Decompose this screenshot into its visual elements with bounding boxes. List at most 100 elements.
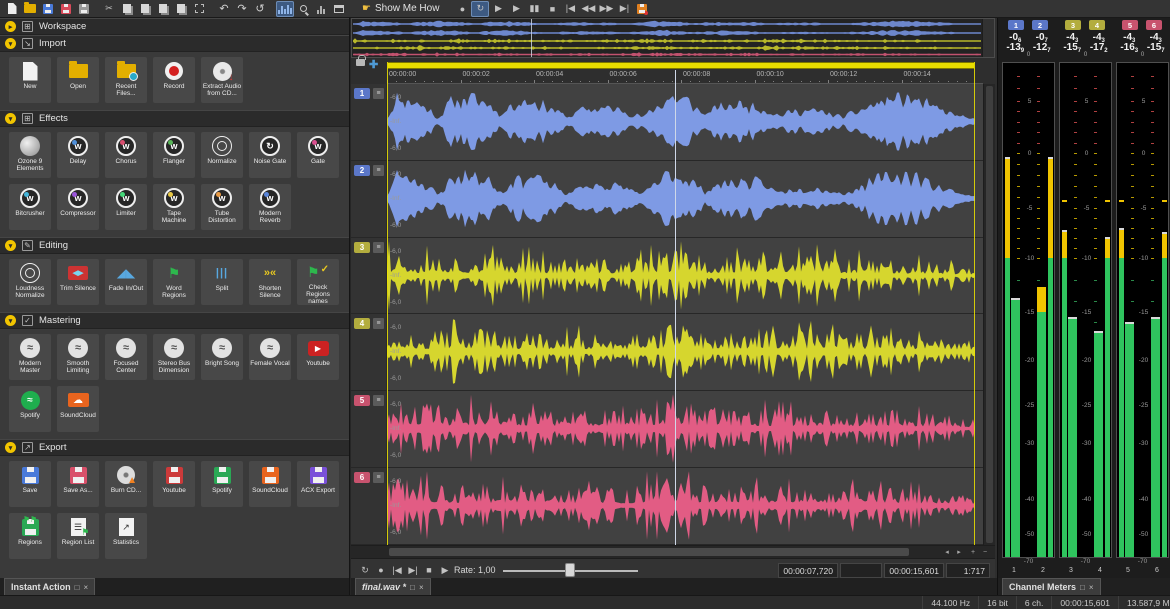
chevron-down-icon[interactable]: ▾	[5, 240, 16, 251]
action-modern-master[interactable]: ≈Modern Master	[9, 334, 51, 380]
record-button[interactable]: ●	[453, 1, 471, 17]
action-chorus[interactable]: wChorus	[105, 132, 147, 178]
action-word-regions[interactable]: ⚑Word Regions	[153, 259, 195, 305]
track-number-badge[interactable]: 6	[354, 472, 370, 483]
action-check-regions-names[interactable]: ⚑✓Check Regions names	[297, 259, 339, 305]
zoom-selection-button[interactable]	[294, 1, 312, 17]
float-window-icon[interactable]: □	[1080, 583, 1085, 592]
action-loudness-normalize[interactable]: Loudness Normalize	[9, 259, 51, 305]
track-number-badge[interactable]: 3	[354, 242, 370, 253]
time-ruler[interactable]: 00:00:0000:00:0200:00:0400:00:0600:00:08…	[387, 70, 983, 84]
track-menu-button[interactable]: ≡	[373, 318, 384, 329]
action-delay[interactable]: wDelay	[57, 132, 99, 178]
go-to-end-button[interactable]: ▶|	[615, 1, 633, 17]
action-open[interactable]: Open	[57, 57, 99, 103]
trim-button[interactable]	[190, 1, 208, 17]
track-number-badge[interactable]: 5	[354, 395, 370, 406]
selection-bar[interactable]	[387, 62, 975, 69]
copy-button[interactable]	[118, 1, 136, 17]
hscroll-thumb[interactable]	[389, 548, 909, 556]
action-gate[interactable]: wGate	[297, 132, 339, 178]
action-ozone-9-elements[interactable]: Ozone 9 Elements	[9, 132, 51, 178]
track-menu-button[interactable]: ≡	[373, 395, 384, 406]
horizontal-scrollbar[interactable]: ◂ ▸ + −	[351, 545, 995, 558]
track-menu-button[interactable]: ≡	[373, 472, 384, 483]
section-header-effects[interactable]: ▾⊞Effects	[0, 110, 349, 127]
play-button[interactable]: ▶	[507, 1, 525, 17]
chevron-down-icon[interactable]: ▾	[5, 315, 16, 326]
section-header-editing[interactable]: ▾✎Editing	[0, 237, 349, 254]
scroll-left-button[interactable]: ◂	[941, 547, 953, 557]
play-button[interactable]: ▶	[436, 562, 454, 578]
close-icon[interactable]: ×	[1089, 583, 1094, 592]
close-icon[interactable]: ×	[419, 583, 424, 592]
overview-scrollbar[interactable]	[982, 19, 994, 57]
action-regions[interactable]: ⚑⚑Regions	[9, 513, 51, 559]
history-button[interactable]: ↺	[251, 1, 269, 17]
paste-new-button[interactable]	[154, 1, 172, 17]
tab-instant-action[interactable]: Instant Action □ ×	[4, 578, 95, 595]
track-menu-button[interactable]: ≡	[373, 88, 384, 99]
rewind-button[interactable]: ◀◀	[579, 1, 597, 17]
track-menu-button[interactable]: ≡	[373, 165, 384, 176]
action-record[interactable]: Record	[153, 57, 195, 103]
close-icon[interactable]: ×	[84, 583, 89, 592]
cut-button[interactable]: ✂	[100, 1, 118, 17]
action-statistics[interactable]: ↗Statistics	[105, 513, 147, 559]
rate-slider-handle[interactable]	[565, 563, 575, 577]
section-header-workspace[interactable]: ▸⊞Workspace	[0, 18, 349, 35]
action-youtube[interactable]: Youtube	[153, 461, 195, 507]
save-as-button[interactable]	[57, 1, 75, 17]
level-view-button[interactable]	[312, 1, 330, 17]
action-female-vocal[interactable]: ≈Female Vocal	[249, 334, 291, 380]
zoom-in-button[interactable]: +	[967, 547, 979, 557]
action-extract-audio-from-cd[interactable]: ↓Extract Audio from CD...	[201, 57, 243, 103]
action-soundcloud[interactable]: SoundCloud	[249, 461, 291, 507]
open-button[interactable]	[21, 1, 39, 17]
action-soundcloud[interactable]: ☁SoundCloud	[57, 386, 99, 432]
action-burn-cd[interactable]: ▲Burn CD...	[105, 461, 147, 507]
section-header-import[interactable]: ▾↘Import	[0, 35, 349, 52]
play-selection-button[interactable]: ▶	[489, 1, 507, 17]
loop-playback-button[interactable]: ↻	[471, 1, 489, 17]
waveform-display[interactable]: -6,0-Inf.-6,0	[387, 84, 975, 160]
action-limiter[interactable]: wLimiter	[105, 184, 147, 230]
redo-button[interactable]: ↷	[233, 1, 251, 17]
section-header-mastering[interactable]: ▾✓Mastering	[0, 312, 349, 329]
action-smooth-limiting[interactable]: ≈Smooth Limiting	[57, 334, 99, 380]
paste-button[interactable]	[136, 1, 154, 17]
chevron-right-icon[interactable]: ▸	[5, 21, 16, 32]
tab-channel-meters[interactable]: Channel Meters □ ×	[1002, 578, 1101, 595]
recording-options-button[interactable]	[633, 1, 651, 17]
zoom-out-button[interactable]: −	[979, 547, 991, 557]
action-spotify[interactable]: ≈Spotify	[9, 386, 51, 432]
track-number-badge[interactable]: 1	[354, 88, 370, 99]
move-tool-icon[interactable]: ✚	[369, 58, 378, 71]
waveform-overview[interactable]	[351, 18, 995, 58]
chevron-down-icon[interactable]: ▾	[5, 38, 16, 49]
window-layout-button[interactable]	[330, 1, 348, 17]
save-all-button[interactable]	[75, 1, 93, 17]
go-to-start-button[interactable]: |◀	[561, 1, 579, 17]
action-bitcrusher[interactable]: wBitcrusher	[9, 184, 51, 230]
action-new[interactable]: New	[9, 57, 51, 103]
action-fade-in-out[interactable]: ◢◣Fade In/Out	[105, 259, 147, 305]
action-flanger[interactable]: wFlanger	[153, 132, 195, 178]
waveform-display[interactable]: -6,0-Inf.-6,0	[387, 314, 975, 390]
track-menu-button[interactable]: ≡	[373, 242, 384, 253]
waveform-view-button[interactable]	[276, 1, 294, 17]
action-recent-files[interactable]: Recent Files...	[105, 57, 147, 103]
vertical-scrollbar[interactable]	[983, 84, 995, 545]
undo-button[interactable]: ↶	[215, 1, 233, 17]
action-save-as[interactable]: Save As...	[57, 461, 99, 507]
show-me-how-button[interactable]: ☛Show Me How	[355, 3, 446, 14]
action-noise-gate[interactable]: ↻Noise Gate	[249, 132, 291, 178]
action-acx-export[interactable]: ACX Export	[297, 461, 339, 507]
waveform-display[interactable]: -6,0-Inf.-6,0	[387, 238, 975, 314]
action-split[interactable]: |||Split	[201, 259, 243, 305]
chevron-down-icon[interactable]: ▾	[5, 442, 16, 453]
waveform-display[interactable]: -6,0-Inf.-6,0	[387, 391, 975, 467]
waveform-display[interactable]: -6,0-Inf.-6,0	[387, 161, 975, 237]
pause-button[interactable]: ▮▮	[525, 1, 543, 17]
fast-forward-button[interactable]: ▶▶	[597, 1, 615, 17]
